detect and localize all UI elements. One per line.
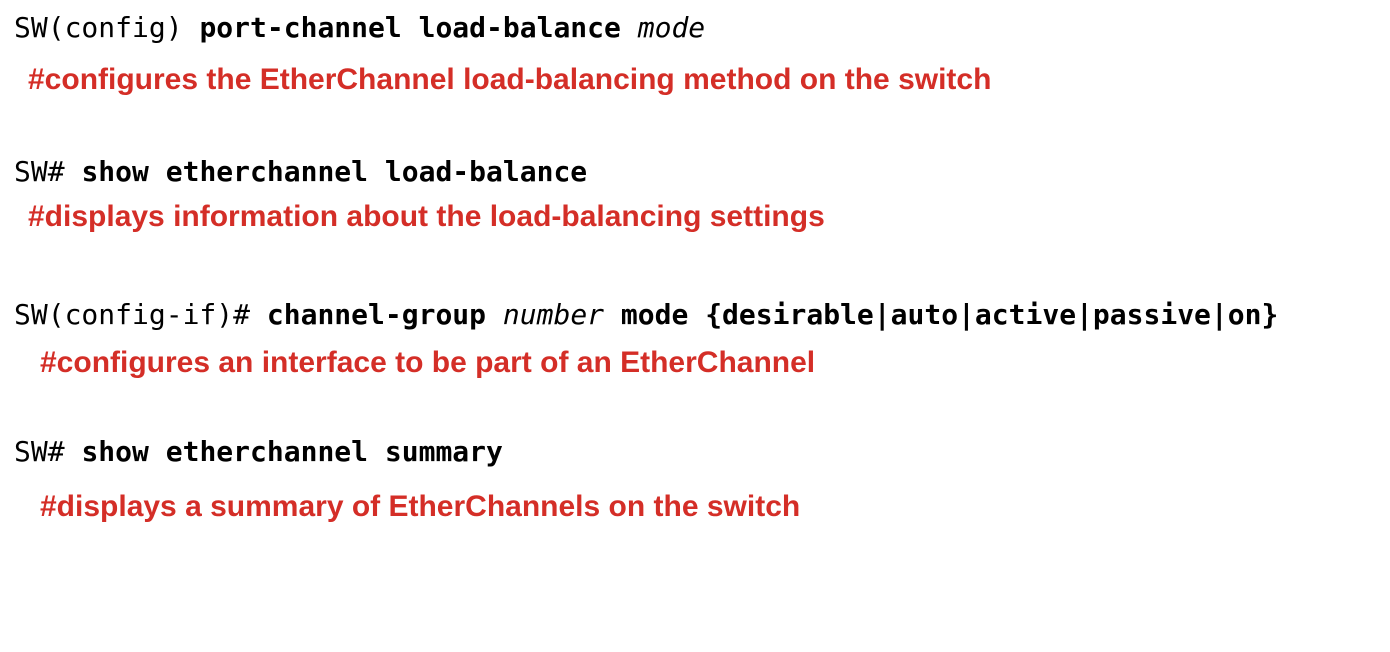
command-line-1: SW(config) port-channel load-balance mod… xyxy=(14,11,705,45)
command-line-3: SW(config-if)# channel-group number mode… xyxy=(14,298,1278,332)
command-keyword: show etherchannel summary xyxy=(81,435,503,468)
command-note-2: #displays information about the load-bal… xyxy=(28,200,825,233)
command-note-1: #configures the EtherChannel load-balanc… xyxy=(28,63,992,96)
command-keyword: channel-group xyxy=(266,298,503,331)
command-prompt: SW# xyxy=(14,435,82,468)
command-prompt: SW(config-if)# xyxy=(14,298,267,331)
command-argument: mode xyxy=(637,11,706,44)
command-note-4: #displays a summary of EtherChannels on … xyxy=(40,490,801,523)
command-prompt: SW(config) xyxy=(14,11,200,44)
command-keyword: show etherchannel load-balance xyxy=(81,155,588,188)
command-prompt: SW# xyxy=(14,155,82,188)
command-argument: number xyxy=(502,298,605,331)
command-note-3: #configures an interface to be part of a… xyxy=(40,346,816,379)
command-keyword-tail: mode {desirable|auto|active|passive|on} xyxy=(604,298,1279,331)
command-line-2: SW# show etherchannel load-balance xyxy=(14,155,587,189)
command-keyword: port-channel load-balance xyxy=(199,11,638,44)
command-line-4: SW# show etherchannel summary xyxy=(14,435,503,469)
